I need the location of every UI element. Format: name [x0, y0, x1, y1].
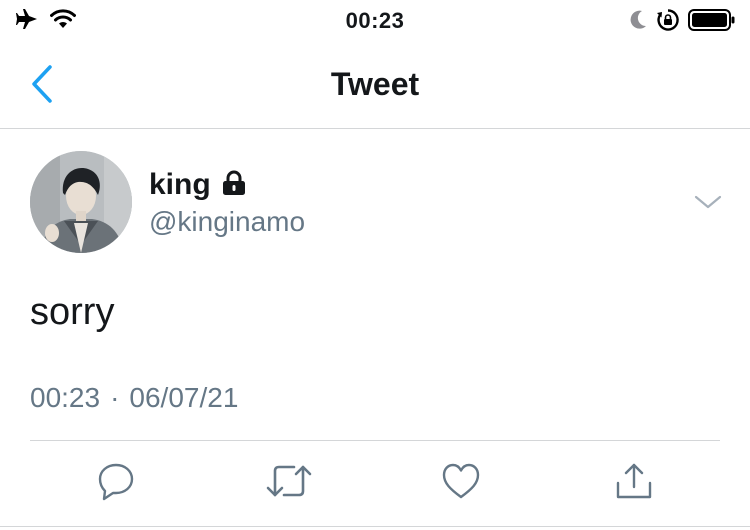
lock-icon [221, 170, 247, 201]
page-title: Tweet [330, 66, 420, 102]
like-button[interactable] [439, 460, 483, 506]
bottom-divider [0, 526, 750, 527]
moon-icon [628, 9, 648, 36]
like-icon [441, 462, 481, 505]
rotation-lock-icon [656, 8, 680, 37]
share-button[interactable] [612, 460, 656, 506]
tweet-date: 06/07/21 [129, 382, 239, 413]
status-bar: 00:23 [0, 0, 750, 44]
reply-icon [96, 461, 136, 506]
display-name[interactable]: king [149, 168, 211, 202]
name-row: king [149, 168, 247, 202]
tweet-actions [0, 460, 750, 506]
divider [30, 440, 720, 441]
user-handle[interactable]: @kinginamo [149, 206, 305, 238]
retweet-button[interactable] [266, 460, 312, 506]
tweet-timestamp: 00:23 · 06/07/21 [30, 382, 238, 414]
reply-button[interactable] [94, 460, 138, 506]
retweet-icon [266, 461, 312, 506]
tweet-detail: king @kinginamo sorry 00:23 · 06/07/21 [0, 130, 750, 530]
nav-bar: Tweet [0, 44, 750, 129]
status-right [628, 8, 736, 37]
avatar[interactable] [30, 151, 132, 253]
tweet-text: sorry [30, 291, 115, 333]
chevron-down-icon [690, 195, 726, 218]
tweet-time: 00:23 [30, 382, 101, 413]
share-icon [614, 461, 654, 506]
battery-icon [688, 8, 736, 37]
more-options-button[interactable] [690, 190, 726, 214]
meta-separator: · [110, 382, 120, 413]
